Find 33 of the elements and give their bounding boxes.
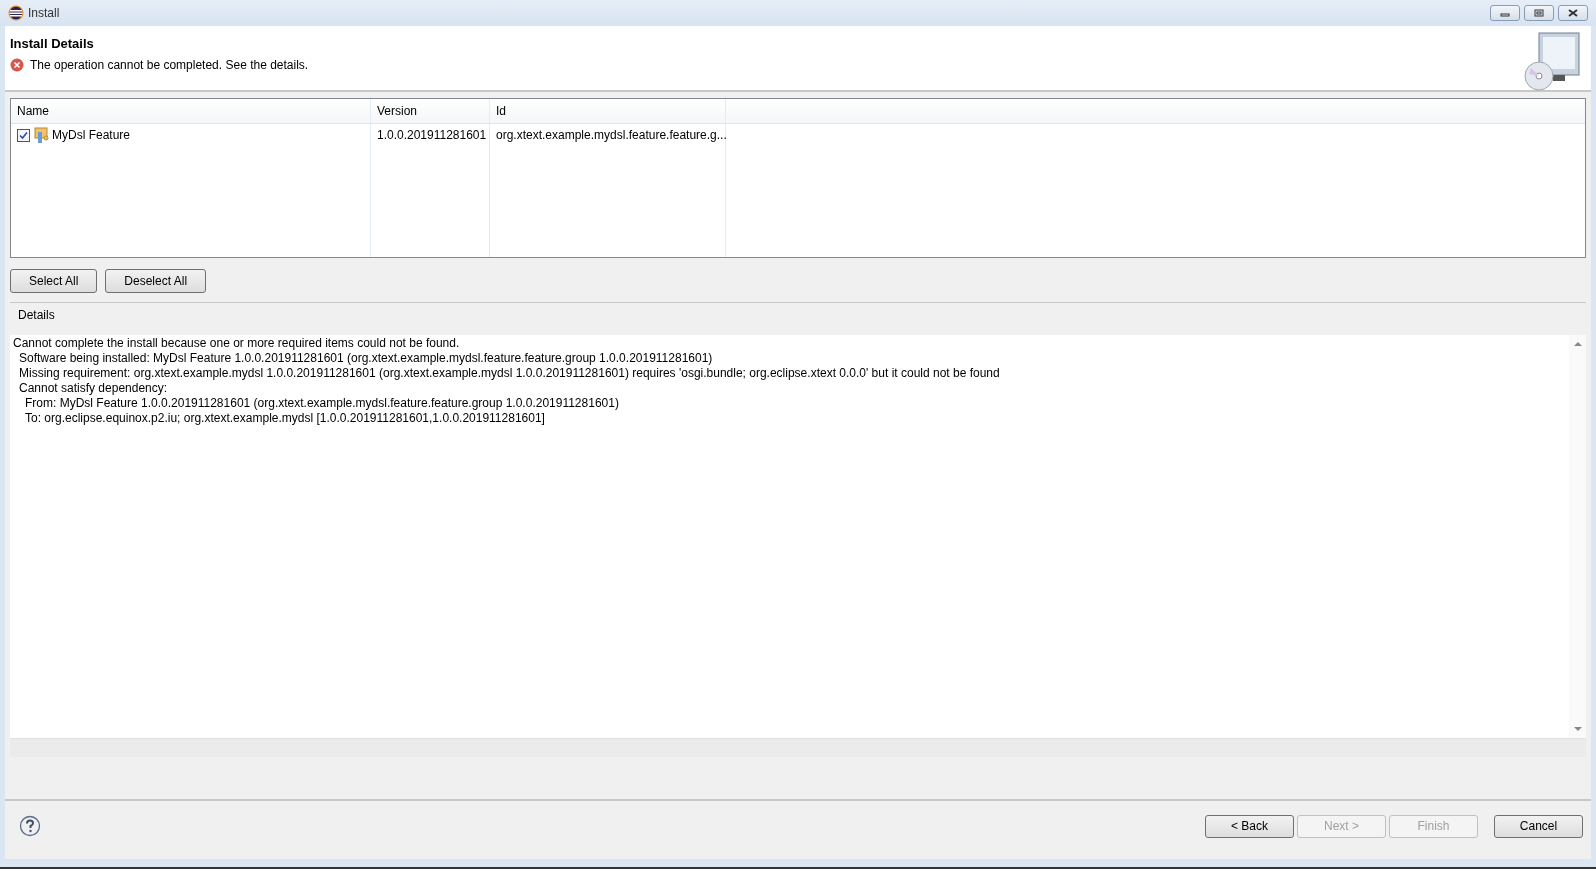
feature-icon: [33, 127, 49, 143]
column-header[interactable]: Name: [11, 99, 371, 123]
checkbox[interactable]: [17, 128, 30, 142]
scroll-up-icon[interactable]: [1573, 341, 1582, 347]
help-icon[interactable]: [19, 815, 41, 837]
column-header[interactable]: Id: [490, 99, 726, 123]
scrollbar[interactable]: [1569, 335, 1586, 738]
column-header[interactable]: Version: [371, 99, 490, 123]
details-line: Missing requirement: org.xtext.example.mydsl 1.0.0.201911281601 (org.xtext.example.mydsl 1.0.0.201911281601) requires 'osgi.bundle; org.eclipse.xtext 0.0.0' but it could not be found: [18, 366, 1001, 381]
details-line: Software being installed: MyDsl Feature 1.0.0.201911281601 (org.xtext.example.mydsl.feature.feature.group 1.0.0.201911281601): [18, 351, 714, 366]
minimize-button[interactable]: [1490, 5, 1520, 21]
error-message: The operation cannot be completed. See the details.: [30, 58, 309, 72]
selection-button[interactable]: Select All: [10, 269, 98, 293]
scroll-down-icon[interactable]: [1573, 726, 1582, 732]
horizontal-scrollbar[interactable]: [10, 739, 1586, 757]
details-line: Cannot complete the install because one or more required items could not be found.: [13, 336, 461, 351]
id-cell: org.xtext.example.mydsl.feature.feature.g...: [496, 128, 727, 142]
version-cell: 1.0.0.201911281601: [377, 128, 487, 142]
feature-name: MyDsl Feature: [52, 128, 131, 142]
details-label: Details: [18, 308, 55, 322]
wizard-button[interactable]: < Back: [1205, 814, 1294, 838]
error-icon: [10, 58, 24, 72]
maximize-icon: [1534, 9, 1544, 17]
close-icon: [1567, 9, 1579, 17]
selection-button[interactable]: Deselect All: [105, 269, 207, 293]
details-line: To: org.eclipse.equinox.p2.iu; org.xtext.example.mydsl [1.0.0.201911281601,1.0.0.201911281601]: [24, 411, 546, 426]
details-line: Cannot satisfy dependency:: [18, 381, 169, 396]
wizard-button[interactable]: Cancel: [1494, 814, 1583, 838]
page-title: Install Details: [10, 36, 95, 51]
close-button[interactable]: [1558, 5, 1588, 21]
details-line: From: MyDsl Feature 1.0.0.201911281601 (org.xtext.example.mydsl.feature.feature.group 1.0.0.201911281601): [24, 396, 620, 411]
app-icon: [8, 5, 24, 21]
window-title: Install: [28, 6, 60, 20]
